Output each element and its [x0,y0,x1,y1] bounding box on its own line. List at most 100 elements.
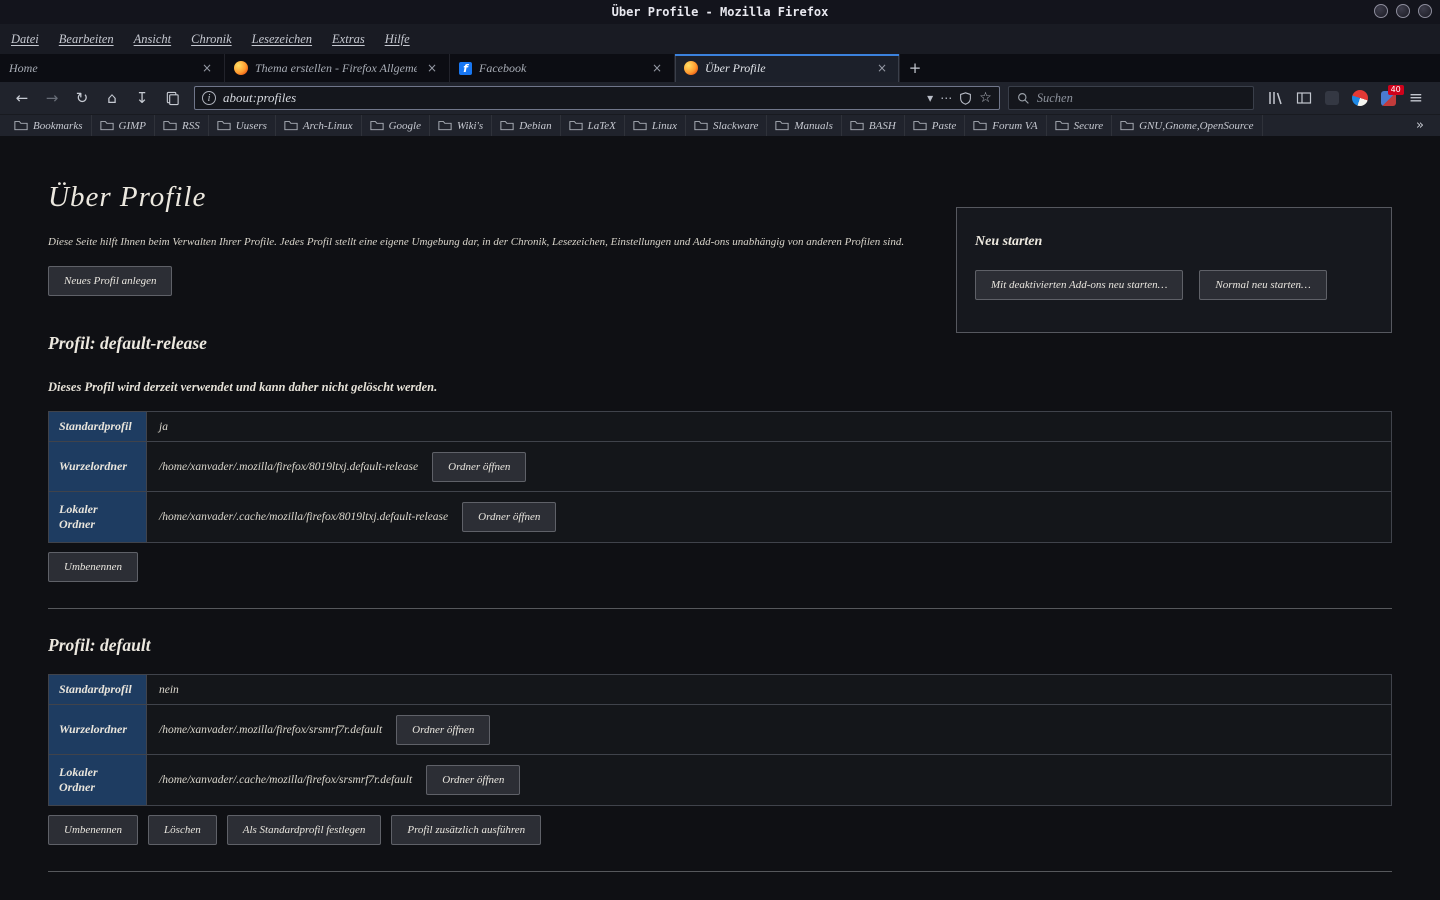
menubar-item-lesezeichen[interactable]: Lesezeichen [252,32,312,47]
chevron-down-icon[interactable]: ▾ [927,91,933,105]
table-row: Wurzelordner /home/xanvader/.mozilla/fir… [49,442,1391,492]
section-divider [48,871,1392,872]
bookmark-item[interactable]: GNU,Gnome,OpenSource [1112,115,1262,136]
open-folder-button[interactable]: Ordner öffnen [396,715,490,745]
forward-button[interactable]: → [38,85,66,111]
bookmarks-overflow-icon[interactable]: » [1406,118,1434,133]
delete-button[interactable]: Löschen [148,815,217,845]
restart-safemode-button[interactable]: Mit deaktivierten Add-ons neu starten… [975,270,1183,300]
open-folder-button[interactable]: Ordner öffnen [432,452,526,482]
bookmark-label: GIMP [119,120,147,132]
open-folder-button[interactable]: Ordner öffnen [462,502,556,532]
folder-icon [217,120,231,131]
url-bar[interactable]: i ▾ ⋯ ☆ [194,86,1000,110]
sidebar-icon[interactable] [1296,90,1312,106]
back-button[interactable]: ← [8,85,36,111]
extension-icon-1[interactable] [1325,91,1339,105]
bookmark-label: Google [389,120,421,132]
bookmark-item[interactable]: Wiki's [430,115,492,136]
extension-icon-2[interactable] [1352,90,1368,106]
row-label: Standardprofil [49,675,147,704]
bookmark-star-icon[interactable]: ☆ [979,90,992,106]
window-minimize-button[interactable] [1374,4,1388,18]
tab-close-icon[interactable]: × [649,61,665,75]
window-close-button[interactable] [1418,4,1432,18]
bookmark-label: Wiki's [457,120,483,132]
site-info-icon[interactable]: i [202,91,216,105]
table-row: Standardprofil nein [49,675,1391,705]
table-row: Lokaler Ordner /home/xanvader/.cache/moz… [49,755,1391,805]
bookmark-item[interactable]: Bookmarks [6,115,92,136]
bookmark-item[interactable]: Secure [1047,115,1113,136]
tab-close-icon[interactable]: × [199,61,215,75]
bookmark-item[interactable]: Forum VA [965,115,1046,136]
bookmark-label: Slackware [713,120,758,132]
bookmark-item[interactable]: Paste [905,115,965,136]
menubar-item-datei[interactable]: Datei [11,32,39,47]
run-additional-button[interactable]: Profil zusätzlich ausführen [391,815,541,845]
search-input[interactable] [1037,91,1245,106]
rename-button[interactable]: Umbenennen [48,552,138,582]
profile-table: Standardprofil ja Wurzelordner /home/xan… [48,411,1392,543]
bookmark-item[interactable]: Debian [492,115,560,136]
tab-facebook[interactable]: f Facebook × [450,54,675,82]
extension-badge: 40 [1388,85,1404,95]
menubar-item-ansicht[interactable]: Ansicht [134,32,172,47]
row-value: /home/xanvader/.cache/mozilla/firefox/80… [159,511,448,523]
create-profile-button[interactable]: Neues Profil anlegen [48,266,172,296]
menubar-item-hilfe[interactable]: Hilfe [385,32,410,47]
tab-bar: Home × Thema erstellen - Firefox Allgeme… [0,54,1440,82]
tab-home[interactable]: Home × [0,54,225,82]
restart-normal-button[interactable]: Normal neu starten… [1199,270,1326,300]
clipboard-button[interactable] [158,85,186,111]
hamburger-menu-icon[interactable]: ≡ [1409,88,1423,108]
bookmark-item[interactable]: Uusers [209,115,276,136]
library-icon[interactable] [1267,90,1283,106]
bookmark-item[interactable]: RSS [155,115,209,136]
url-input[interactable] [223,90,920,106]
tab-close-icon[interactable]: × [874,61,890,75]
navigation-toolbar: ← → ↻ ⌂ ↧ i ▾ ⋯ ☆ 40 ≡ [0,82,1440,114]
bookmark-label: Linux [652,120,677,132]
folder-icon [163,120,177,131]
bookmark-item[interactable]: Arch-Linux [276,115,362,136]
tab-close-icon[interactable]: × [424,61,440,75]
bookmark-label: Uusers [236,120,267,132]
bookmark-item[interactable]: BASH [842,115,905,136]
profile-in-use-note: Dieses Profil wird derzeit verwendet und… [48,380,1392,395]
extension-icon-3[interactable]: 40 [1381,91,1396,106]
page-actions-icon[interactable]: ⋯ [940,91,952,105]
tab-ueber-profile[interactable]: Über Profile × [675,54,900,82]
folder-icon [850,120,864,131]
row-value: nein [159,684,179,696]
set-default-button[interactable]: Als Standardprofil festlegen [227,815,382,845]
bookmark-item[interactable]: GIMP [92,115,156,136]
folder-icon [1120,120,1134,131]
menubar-item-extras[interactable]: Extras [332,32,365,47]
folder-icon [438,120,452,131]
facebook-favicon: f [459,62,472,75]
bookmark-item[interactable]: LaTeX [561,115,625,136]
window-maximize-button[interactable] [1396,4,1410,18]
home-button[interactable]: ⌂ [98,85,126,111]
bookmarks-toolbar: Bookmarks GIMP RSS Uusers Arch-Linux Goo… [0,114,1440,136]
row-value: /home/xanvader/.mozilla/firefox/srsmrf7r… [159,724,382,736]
restart-title: Neu starten [975,234,1373,250]
bookmark-item[interactable]: Manuals [767,115,842,136]
rename-button[interactable]: Umbenennen [48,815,138,845]
row-label: Standardprofil [49,412,147,441]
download-button[interactable]: ↧ [128,85,156,111]
tab-thema-erstellen[interactable]: Thema erstellen - Firefox Allgeme × [225,54,450,82]
shield-icon[interactable] [959,92,972,105]
menubar-item-bearbeiten[interactable]: Bearbeiten [59,32,114,47]
bookmark-item[interactable]: Google [362,115,430,136]
search-bar[interactable] [1008,86,1254,110]
bookmark-item[interactable]: Slackware [686,115,767,136]
new-tab-button[interactable]: + [900,54,930,82]
bookmark-item[interactable]: Linux [625,115,686,136]
bookmark-label: Debian [519,120,551,132]
reload-button[interactable]: ↻ [68,85,96,111]
firefox-favicon [684,61,698,75]
menubar-item-chronik[interactable]: Chronik [191,32,232,47]
open-folder-button[interactable]: Ordner öffnen [426,765,520,795]
